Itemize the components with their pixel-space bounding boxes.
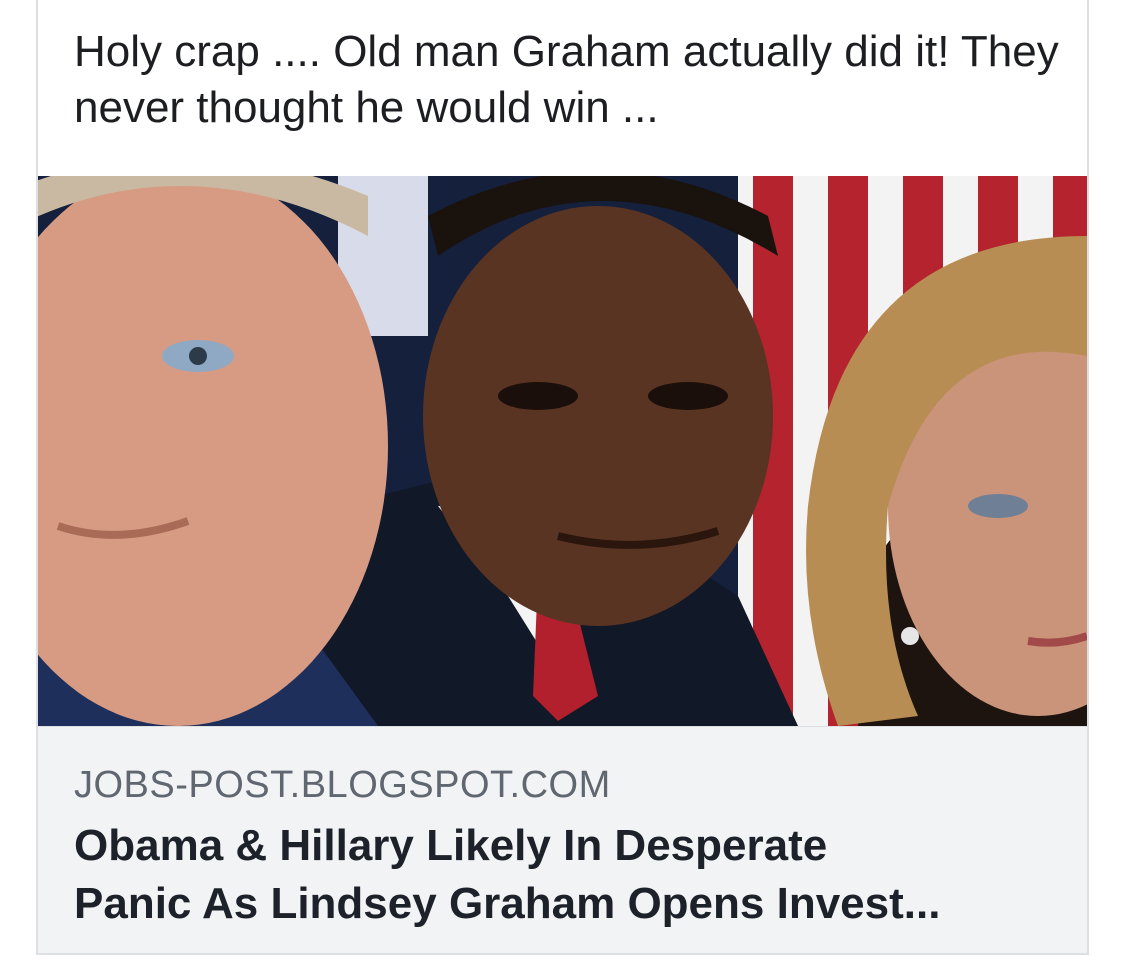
feed-post-card: Holy crap .... Old man Graham actually d… bbox=[36, 0, 1089, 955]
link-preview-image[interactable] bbox=[38, 176, 1087, 726]
link-domain: JOBS-POST.BLOGSPOT.COM bbox=[74, 764, 611, 806]
link-title[interactable]: Obama & Hillary Likely In Desperate Pani… bbox=[74, 817, 1064, 933]
news-photo bbox=[38, 176, 1087, 726]
post-text: Holy crap .... Old man Graham actually d… bbox=[74, 27, 1059, 132]
link-preview-footer[interactable]: JOBS-POST.BLOGSPOT.COM Obama & Hillary L… bbox=[38, 726, 1087, 953]
